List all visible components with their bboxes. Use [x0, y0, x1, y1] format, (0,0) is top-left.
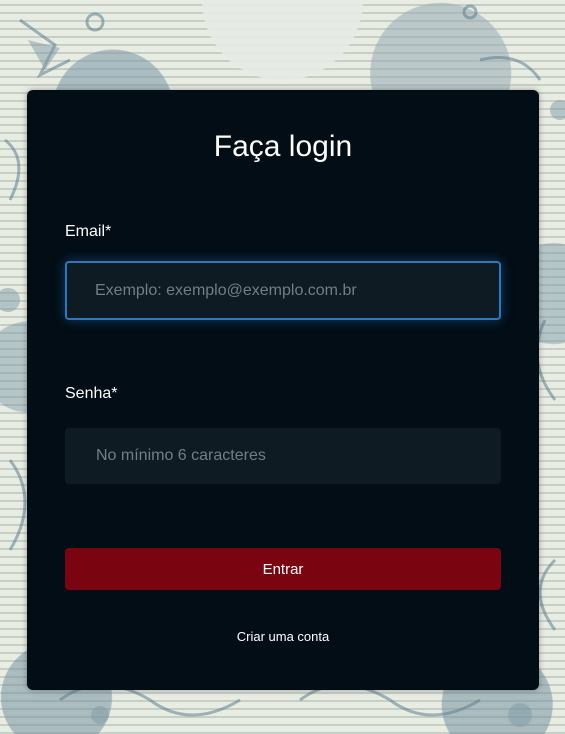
submit-button[interactable]: Entrar [65, 548, 501, 590]
email-label: Email* [65, 223, 112, 240]
email-input[interactable] [65, 261, 501, 320]
password-input[interactable] [65, 428, 501, 484]
login-card: Faça login Email* Senha* Entrar Criar um… [27, 90, 539, 690]
create-account-link[interactable]: Criar uma conta [27, 629, 539, 644]
password-label: Senha* [65, 385, 118, 402]
page-title: Faça login [213, 130, 353, 163]
